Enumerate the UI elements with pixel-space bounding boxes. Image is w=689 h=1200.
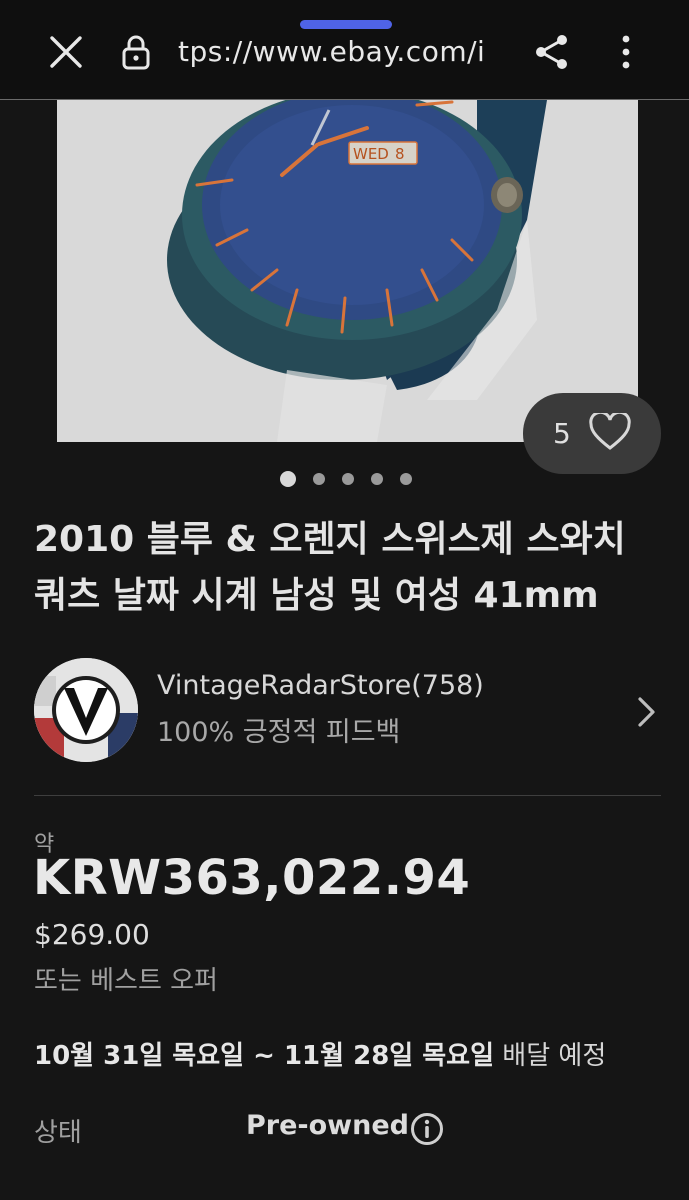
carousel-indicator	[280, 470, 412, 488]
info-icon[interactable]	[410, 1112, 444, 1146]
delivery-dates: 10월 31일 목요일 ~ 11월 28일 목요일	[34, 1041, 495, 1071]
product-image[interactable]: WED 8	[57, 100, 638, 442]
original-price: $269.00	[34, 918, 150, 951]
condition-label: 상태	[34, 1118, 82, 1148]
heart-icon	[589, 410, 631, 455]
condition-value: Pre-owned	[246, 1110, 409, 1141]
listing-title: 2010 블루 & 오렌지 스위스제 스와치 쿼츠 날짜 시계 남성 및 여성 …	[34, 519, 626, 616]
carousel-dot[interactable]	[313, 473, 325, 485]
url-bar[interactable]: tps://www.ebay.com/i	[178, 30, 504, 74]
carousel-dot[interactable]	[280, 471, 296, 487]
carousel-dot[interactable]	[371, 473, 383, 485]
carousel-dot[interactable]	[400, 473, 412, 485]
seller-name[interactable]: VintageRadarStore(758)	[157, 670, 484, 701]
lock-icon	[116, 30, 156, 74]
browser-toolbar: tps://www.ebay.com/i	[0, 0, 689, 100]
carousel-dot[interactable]	[342, 473, 354, 485]
svg-text:8: 8	[395, 145, 405, 163]
section-divider	[34, 795, 661, 796]
close-icon[interactable]	[42, 30, 90, 74]
delivery-suffix: 배달 예정	[494, 1041, 607, 1071]
share-icon[interactable]	[528, 30, 576, 74]
favorite-count: 5	[553, 417, 571, 450]
delivery-estimate: 10월 31일 목요일 ~ 11월 28일 목요일 배달 예정	[34, 1035, 606, 1072]
drag-handle[interactable]	[300, 20, 392, 29]
seller-avatar	[34, 658, 138, 762]
watch-photo: WED 8	[57, 100, 638, 442]
seller-card[interactable]: VintageRadarStore(758) 100% 긍정적 피드백	[0, 650, 689, 775]
more-vert-icon[interactable]	[604, 30, 648, 74]
best-offer-label: 또는 베스트 오퍼	[34, 966, 218, 996]
seller-feedback: 100% 긍정적 피드백	[157, 717, 401, 748]
favorite-button[interactable]: 5	[523, 393, 661, 474]
svg-text:WED: WED	[353, 145, 389, 163]
chevron-right-icon[interactable]	[630, 692, 662, 732]
converted-price: KRW363,022.94	[33, 850, 471, 906]
